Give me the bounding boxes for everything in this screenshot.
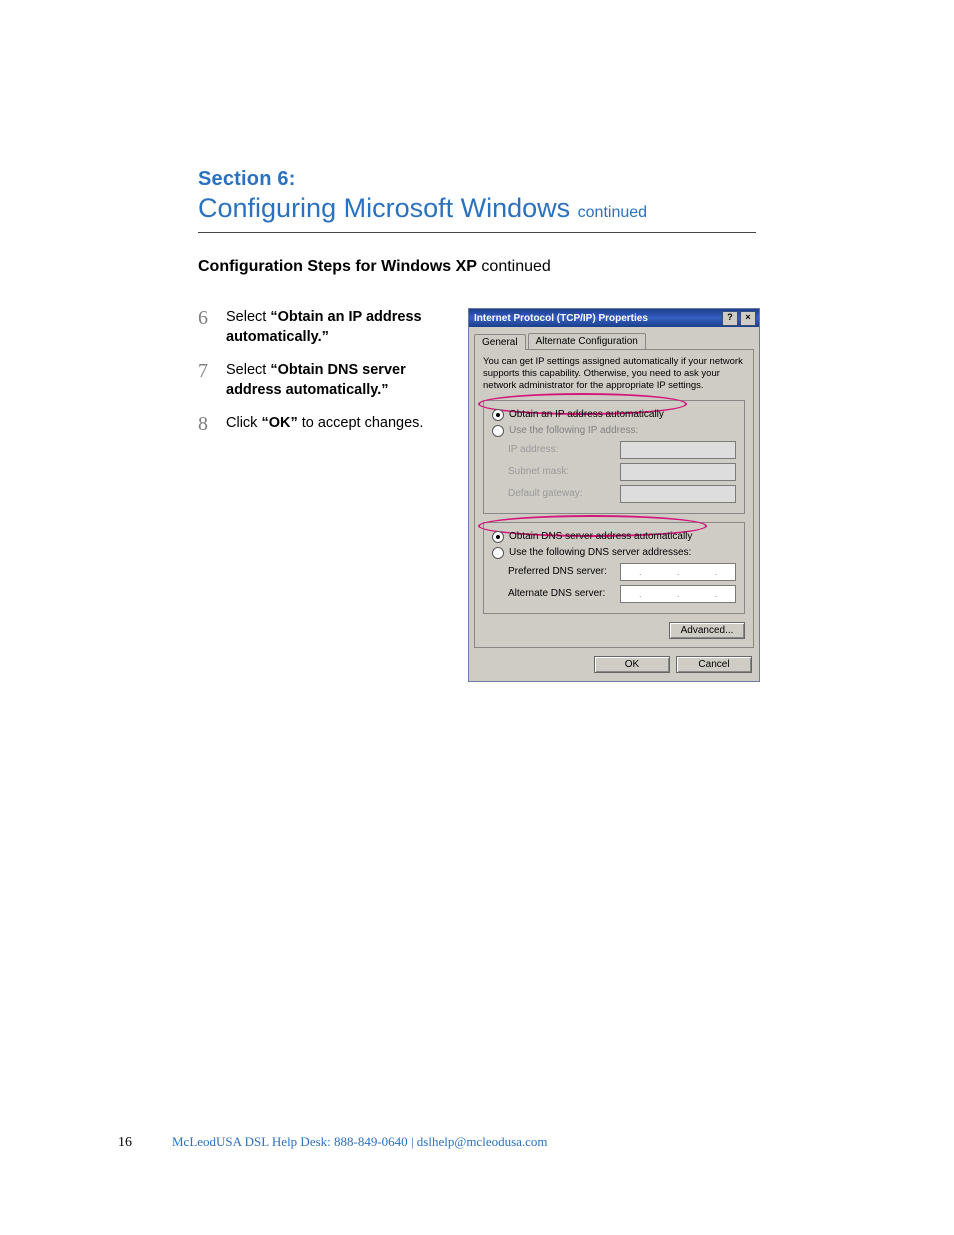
section-divider [198,232,756,233]
section-title: Configuring Microsoft Windows continued [198,193,756,224]
step-number: 8 [198,414,226,434]
radio-icon [492,425,504,437]
tcpip-properties-dialog: Internet Protocol (TCP/IP) Properties ? … [468,308,760,682]
field-row: Subnet mask: [508,463,736,481]
radio-label: Obtain DNS server address automatically [509,531,692,542]
step-item: 8 Click “OK” to accept changes. [198,414,448,434]
field-row: IP address: [508,441,736,459]
field-label: IP address: [508,444,612,455]
tab-bar: General Alternate Configuration [474,333,754,350]
dialog-button-row: OK Cancel [472,656,756,673]
tab-general[interactable]: General [474,334,526,350]
help-button[interactable]: ? [722,311,738,326]
tab-alt-config[interactable]: Alternate Configuration [528,333,646,349]
dialog-titlebar[interactable]: Internet Protocol (TCP/IP) Properties ? … [469,309,759,327]
dns-settings-group: Obtain DNS server address automatically … [483,522,745,614]
ok-button[interactable]: OK [594,656,670,673]
subnet-mask-input[interactable] [620,463,736,481]
section-label: Section 6: [198,168,756,191]
footer-text: McLeodUSA DSL Help Desk: 888-849-0640 | … [172,1134,548,1150]
field-label: Preferred DNS server: [508,566,612,577]
radio-icon [492,409,504,421]
page-footer: 16 McLeodUSA DSL Help Desk: 888-849-0640… [118,1134,548,1151]
step-item: 6 Select “Obtain an IP address automatic… [198,308,448,347]
step-item: 7 Select “Obtain DNS server address auto… [198,361,448,400]
step-number: 6 [198,308,226,347]
step-text: Select “Obtain DNS server address automa… [226,361,448,400]
field-label: Default gateway: [508,488,612,499]
ip-address-input[interactable] [620,441,736,459]
cancel-button[interactable]: Cancel [676,656,752,673]
radio-ip-manual[interactable]: Use the following IP address: [492,425,736,437]
field-row: Preferred DNS server: ... [508,563,736,581]
advanced-button[interactable]: Advanced... [669,622,745,639]
close-button[interactable]: × [740,311,756,326]
field-row: Default gateway: [508,485,736,503]
radio-label: Use the following DNS server addresses: [509,547,691,558]
section-header: Section 6: Configuring Microsoft Windows… [198,168,756,241]
radio-label: Obtain an IP address automatically [509,409,664,420]
section-title-suffix: continued [578,204,647,221]
radio-ip-auto[interactable]: Obtain an IP address automatically [492,409,736,421]
steps-list: 6 Select “Obtain an IP address automatic… [198,308,448,448]
step-text: Select “Obtain an IP address automatical… [226,308,448,347]
dialog-info-text: You can get IP settings assigned automat… [483,356,745,392]
advanced-row: Advanced... [483,622,745,639]
field-row: Alternate DNS server: ... [508,585,736,603]
dialog-title: Internet Protocol (TCP/IP) Properties [474,313,648,324]
radio-dns-manual[interactable]: Use the following DNS server addresses: [492,547,736,559]
tab-panel-general: You can get IP settings assigned automat… [474,350,754,648]
subheading: Configuration Steps for Windows XP conti… [198,258,551,276]
step-text: Click “OK” to accept changes. [226,414,448,434]
radio-icon [492,547,504,559]
radio-icon [492,531,504,543]
step-number: 7 [198,361,226,400]
radio-dns-auto[interactable]: Obtain DNS server address automatically [492,531,736,543]
radio-label: Use the following IP address: [509,425,638,436]
subheading-suffix: continued [481,258,550,275]
field-label: Subnet mask: [508,466,612,477]
subheading-bold: Configuration Steps for Windows XP [198,258,477,275]
ip-settings-group: Obtain an IP address automatically Use t… [483,400,745,514]
section-title-text: Configuring Microsoft Windows [198,193,570,223]
preferred-dns-input[interactable]: ... [620,563,736,581]
page-number: 16 [118,1135,132,1151]
field-label: Alternate DNS server: [508,588,612,599]
default-gateway-input[interactable] [620,485,736,503]
alternate-dns-input[interactable]: ... [620,585,736,603]
